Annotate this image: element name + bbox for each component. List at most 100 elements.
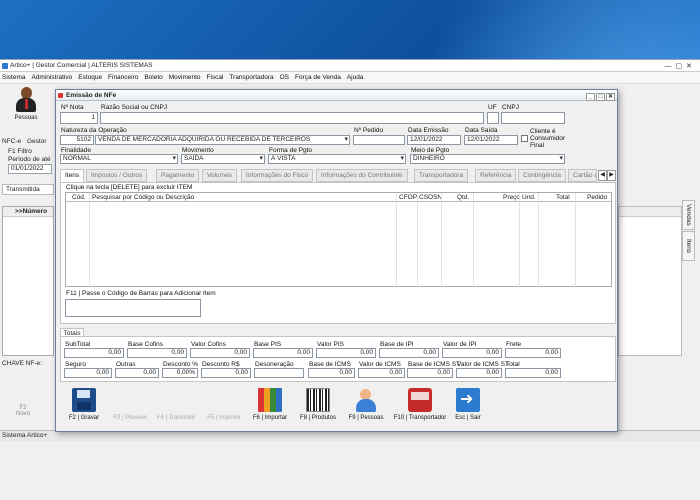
preview-icon <box>118 388 142 412</box>
dialog-icon <box>58 93 63 98</box>
saida-date-field[interactable]: 12/01/2022 <box>464 135 518 145</box>
col-qtd[interactable]: Qtd. <box>457 193 469 202</box>
nfce-tab[interactable]: NFC-e <box>2 138 21 145</box>
desconto-rs-field[interactable]: 0,00 <box>201 368 251 378</box>
meio-pgto-select[interactable]: DINHEIRO <box>410 154 565 164</box>
menu-estoque[interactable]: Estoque <box>76 72 104 84</box>
menu-financeiro[interactable]: Financeiro <box>106 72 140 84</box>
tab-cartao[interactable]: Cartão d <box>568 169 597 182</box>
tab-volumes[interactable]: Volumes <box>202 169 237 182</box>
valor-icms-st-field: 0,00 <box>456 368 502 378</box>
vendas-vertical-tab[interactable]: Vendas <box>682 200 695 230</box>
dialog-minimize-button[interactable]: _ <box>586 93 595 101</box>
dialog-maximize-button[interactable]: □ <box>596 93 605 101</box>
tab-pagamento[interactable]: Pagamento <box>156 169 200 182</box>
tab-transportadora[interactable]: Transportadora <box>414 169 469 182</box>
menu-administrativo[interactable]: Administrativo <box>29 72 74 84</box>
menu-os[interactable]: OS <box>278 72 291 84</box>
base-pis-field: 0,00 <box>253 348 313 358</box>
tab-informacoes-contribuinte[interactable]: Informações do Contribuinte <box>316 169 408 182</box>
importar-label: F6 | Importar <box>252 415 288 421</box>
sair-button[interactable]: Esc | Sair <box>446 386 490 430</box>
valor-cofins-label: Valor Cofins <box>191 341 226 348</box>
dialog-close-button[interactable]: ✕ <box>606 93 615 101</box>
razao-social-input[interactable] <box>100 112 484 124</box>
uf-label: UF <box>488 104 497 111</box>
itens-vertical-tab[interactable]: Itens <box>682 231 695 261</box>
pessoas-button[interactable]: Pessoas <box>8 87 44 133</box>
gravar-button[interactable]: F2 | Gravar <box>62 386 106 430</box>
background-grid-right <box>618 206 682 356</box>
seguro-field[interactable]: 0,00 <box>64 368 112 378</box>
desoneracao-field[interactable] <box>254 368 304 378</box>
pedido-field[interactable] <box>353 135 405 145</box>
tab-contingencia[interactable]: Contingência <box>518 169 566 182</box>
items-panel: Clique na tecla [DELETE] para excluir IT… <box>60 182 616 324</box>
outras-field[interactable]: 0,00 <box>115 368 159 378</box>
col-csosn[interactable]: CSOSN <box>419 193 442 202</box>
tab-scroll-left-icon[interactable]: ◀ <box>598 170 607 181</box>
natureza-code-field[interactable]: 5102 <box>60 135 94 145</box>
tab-informacoes-fisco[interactable]: Informações do Fisco <box>241 169 314 182</box>
nnota-field[interactable]: 1 <box>60 112 98 124</box>
dialog-title-bar: Emissão de NFe _ □ ✕ <box>56 90 617 101</box>
nnota-label: Nº Nota <box>61 104 84 111</box>
items-grid[interactable]: Cód. Pesquisar por Código ou Descrição C… <box>65 192 612 288</box>
cliente-final-checkbox[interactable] <box>521 135 528 142</box>
col-total[interactable]: Total <box>556 193 570 202</box>
forma-pgto-select[interactable]: À VISTA <box>268 154 406 164</box>
subtotal-field: 0,00 <box>64 348 124 358</box>
cnpj-label: CNPJ <box>502 104 519 111</box>
barcode-input[interactable] <box>65 299 201 317</box>
menu-movimento[interactable]: Movimento <box>167 72 203 84</box>
people-icon <box>354 388 378 412</box>
col-preco[interactable]: Preço <box>503 193 520 202</box>
importar-button[interactable]: F6 | Importar <box>248 386 292 430</box>
movimento-select[interactable]: SAÍDA <box>181 154 265 164</box>
col-und[interactable]: Und. <box>522 193 536 202</box>
imprimir-button[interactable]: F5 | Imprimir <box>202 386 246 430</box>
transportador-button[interactable]: F10 | Transportador <box>390 386 450 430</box>
menu-boleto[interactable]: Boleto <box>142 72 164 84</box>
gestor-tab[interactable]: Gestor <box>27 138 47 145</box>
tab-referencia[interactable]: Referência <box>475 169 517 182</box>
frete-field[interactable]: 0,00 <box>505 348 561 358</box>
tab-itens[interactable]: Itens <box>60 169 85 182</box>
desconto-rs-label: Desconto R$ <box>202 361 240 368</box>
filter-label: F1 Filtro <box>8 148 32 155</box>
nfce-grid-header[interactable]: >>Número <box>3 207 53 217</box>
tab-impostos[interactable]: Impostos / Outros <box>86 169 148 182</box>
period-start-field[interactable]: 01/01/2022 <box>8 164 52 174</box>
uf-field[interactable] <box>487 112 499 124</box>
col-cod[interactable]: Cód. <box>72 193 86 202</box>
finalidade-select[interactable]: NORMAL <box>60 154 178 164</box>
tab-scroll-right-icon[interactable]: ▶ <box>607 170 616 181</box>
menu-ajuda[interactable]: Ajuda <box>345 72 366 84</box>
natureza-select[interactable]: VENDA DE MERCADORIA ADQUIRIDA OU RECEBID… <box>95 135 350 145</box>
transmitir-button[interactable]: F4 | Transmitir <box>154 386 198 430</box>
imprimir-label: F5 | Imprimir <box>207 415 241 421</box>
pessoas-toolbar-label: F9 | Pessoas <box>348 415 384 421</box>
col-pedido[interactable]: Pedido <box>587 193 607 202</box>
valor-cofins-field: 0,00 <box>190 348 250 358</box>
pessoas-toolbar-button[interactable]: F9 | Pessoas <box>342 386 390 430</box>
col-pesquisar[interactable]: Pesquisar por Código ou Descrição <box>92 193 194 202</box>
preview-button[interactable]: F3 | Preview <box>108 386 152 430</box>
menu-sistema[interactable]: Sistema <box>0 72 27 84</box>
vertical-tabs: Vendas Itens <box>682 200 696 320</box>
produtos-button[interactable]: F8 | Produtos <box>294 386 342 430</box>
desconto-pct-label: Desconto % <box>163 361 199 368</box>
gravar-label: F2 | Gravar <box>68 415 100 421</box>
emissao-date-field[interactable]: 12/01/2022 <box>407 135 461 145</box>
novo-label: Novo <box>15 411 30 417</box>
menu-fiscal[interactable]: Fiscal <box>204 72 225 84</box>
desconto-pct-field[interactable]: 0,00% <box>162 368 198 378</box>
transmitida-tab[interactable]: Transmitida <box>2 184 54 195</box>
base-icms-st-field: 0,00 <box>407 368 453 378</box>
col-cfop[interactable]: CFOP <box>399 193 417 202</box>
emissao-label: Data Emissão <box>408 127 449 134</box>
menu-forca-de-venda[interactable]: Força de Venda <box>293 72 343 84</box>
cnpj-field[interactable] <box>501 112 565 124</box>
valor-icms-field: 0,00 <box>358 368 405 378</box>
menu-transportadora[interactable]: Transportadora <box>227 72 275 84</box>
